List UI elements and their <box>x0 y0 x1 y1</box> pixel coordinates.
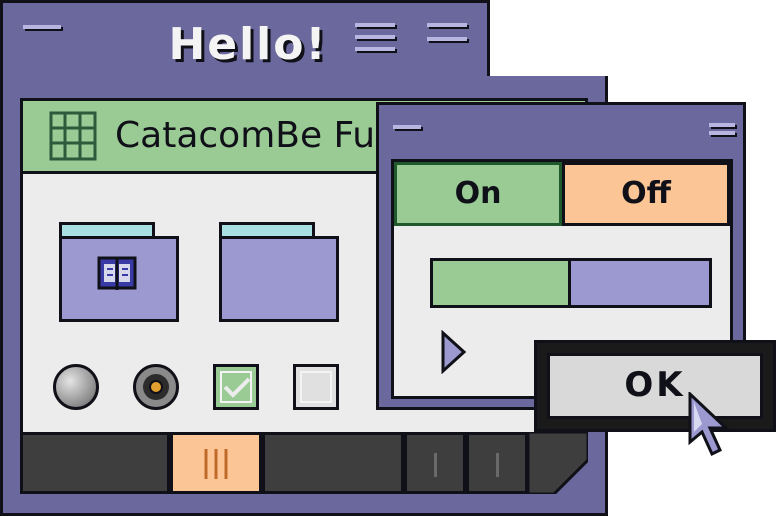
path-label: CatacomBe Fu <box>115 115 375 156</box>
folder-icon-documents[interactable] <box>59 222 179 322</box>
resize-icon[interactable] <box>709 123 735 139</box>
status-segment[interactable] <box>262 432 404 494</box>
menu-bar-icon[interactable] <box>393 125 421 129</box>
status-bar <box>20 432 588 494</box>
checkbox-checked[interactable] <box>213 364 259 410</box>
pointer-cursor-icon <box>688 392 730 457</box>
folder-icon[interactable] <box>219 222 339 322</box>
status-segment[interactable] <box>20 432 170 494</box>
toggle-off-button[interactable]: Off <box>562 162 730 226</box>
status-segment-active[interactable] <box>170 432 262 494</box>
collapse-icon[interactable] <box>355 23 395 63</box>
progress-bar <box>430 258 712 308</box>
resize-grip-icon[interactable] <box>528 432 588 494</box>
radio-button-unselected[interactable] <box>53 364 99 410</box>
checkbox-unchecked[interactable] <box>293 364 339 410</box>
ok-button[interactable]: OK <box>534 340 776 432</box>
ok-button-label: OK <box>547 353 763 419</box>
checkmark-icon <box>223 377 251 398</box>
window-title: Hello! <box>168 19 328 70</box>
book-icon <box>97 256 137 290</box>
grid-icon <box>49 111 97 161</box>
main-window-titlebar[interactable]: Hello! <box>0 0 490 82</box>
tally-icon <box>204 449 228 479</box>
toggle-on-button[interactable]: On <box>394 162 562 226</box>
resize-icon[interactable] <box>427 23 467 53</box>
status-segment[interactable] <box>404 432 466 494</box>
radio-button-selected[interactable] <box>133 364 179 410</box>
progress-fill <box>433 261 571 305</box>
triangle-right-icon[interactable] <box>440 330 468 374</box>
status-segment[interactable] <box>466 432 528 494</box>
